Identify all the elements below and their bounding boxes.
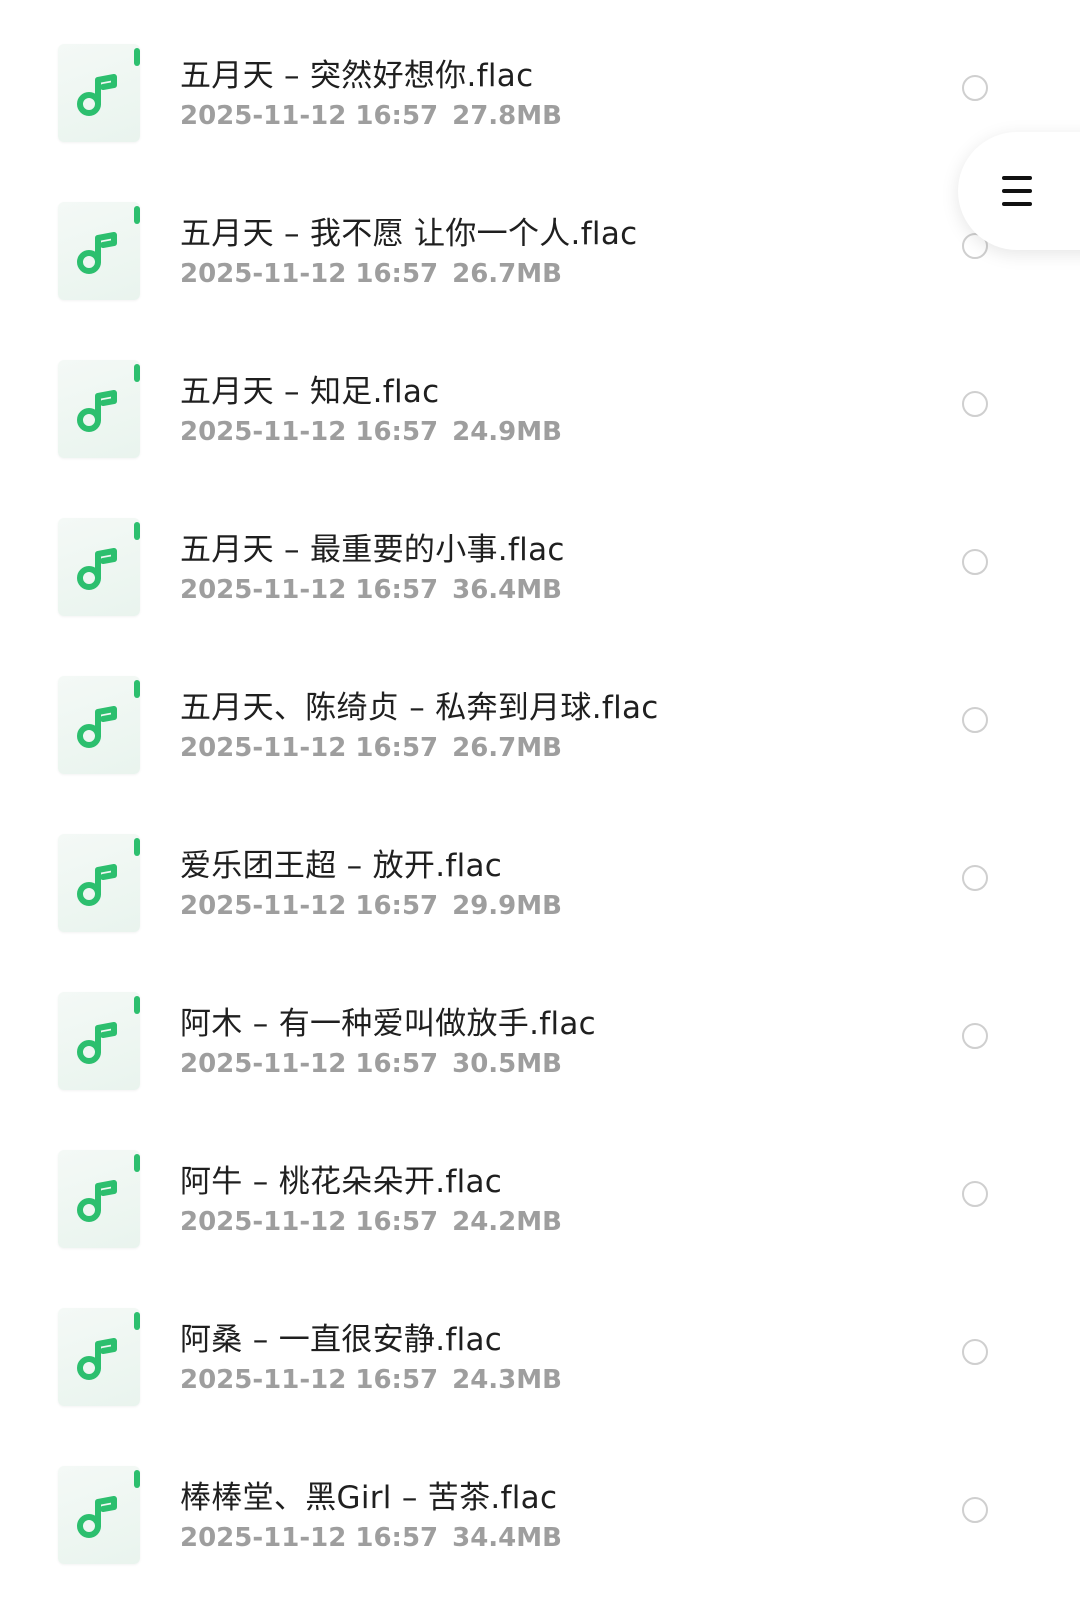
file-meta: 2025-11-12 16:57 27.8MB bbox=[180, 101, 562, 131]
file-meta: 2025-11-12 16:57 29.9MB bbox=[180, 891, 562, 921]
radio-unchecked-icon[interactable] bbox=[962, 1497, 988, 1523]
file-name: 五月天 – 知足.flac bbox=[180, 374, 440, 410]
file-list: 五月天 – 突然好想你.flac 2025-11-12 16:57 27.8MB … bbox=[0, 14, 1080, 1594]
music-note-icon bbox=[58, 360, 140, 458]
file-meta: 2025-11-12 16:57 24.3MB bbox=[180, 1365, 562, 1395]
radio-unchecked-icon[interactable] bbox=[962, 865, 988, 891]
music-note-icon bbox=[58, 518, 140, 616]
file-meta: 2025-11-12 16:57 36.4MB bbox=[180, 575, 562, 605]
radio-unchecked-icon[interactable] bbox=[962, 707, 988, 733]
list-item[interactable]: 五月天 – 突然好想你.flac 2025-11-12 16:57 27.8MB bbox=[0, 14, 1080, 172]
file-date: 2025-11-12 16:57 bbox=[180, 259, 439, 289]
file-size: 36.4MB bbox=[452, 575, 562, 605]
radio-unchecked-icon[interactable] bbox=[962, 1023, 988, 1049]
file-meta: 2025-11-12 16:57 30.5MB bbox=[180, 1049, 562, 1079]
file-size: 34.4MB bbox=[452, 1523, 562, 1553]
file-size: 29.9MB bbox=[452, 891, 562, 921]
radio-unchecked-icon[interactable] bbox=[962, 391, 988, 417]
music-note-icon bbox=[58, 1150, 140, 1248]
list-item[interactable]: 阿牛 – 桃花朵朵开.flac 2025-11-12 16:57 24.2MB bbox=[0, 1120, 1080, 1278]
music-note-icon bbox=[58, 44, 140, 142]
radio-unchecked-icon[interactable] bbox=[962, 75, 988, 101]
file-date: 2025-11-12 16:57 bbox=[180, 101, 439, 131]
file-date: 2025-11-12 16:57 bbox=[180, 575, 439, 605]
file-date: 2025-11-12 16:57 bbox=[180, 1049, 439, 1079]
list-item[interactable]: 五月天 – 知足.flac 2025-11-12 16:57 24.9MB bbox=[0, 330, 1080, 488]
list-item[interactable]: 五月天、陈绮贞 – 私奔到月球.flac 2025-11-12 16:57 26.… bbox=[0, 646, 1080, 804]
music-note-icon bbox=[58, 1308, 140, 1406]
file-size: 24.3MB bbox=[452, 1365, 562, 1395]
file-name: 爱乐团王超 – 放开.flac bbox=[180, 848, 503, 884]
file-size: 24.2MB bbox=[452, 1207, 562, 1237]
file-name: 阿牛 – 桃花朵朵开.flac bbox=[180, 1164, 503, 1200]
file-date: 2025-11-12 16:57 bbox=[180, 1207, 439, 1237]
file-date: 2025-11-12 16:57 bbox=[180, 891, 439, 921]
list-item[interactable]: 五月天 – 我不愿 让你一个人.flac 2025-11-12 16:57 26.… bbox=[0, 172, 1080, 330]
file-meta: 2025-11-12 16:57 26.7MB bbox=[180, 259, 562, 289]
file-name: 阿木 – 有一种爱叫做放手.flac bbox=[180, 1006, 597, 1042]
music-note-icon bbox=[58, 202, 140, 300]
music-note-icon bbox=[58, 676, 140, 774]
file-date: 2025-11-12 16:57 bbox=[180, 733, 439, 763]
file-meta: 2025-11-12 16:57 34.4MB bbox=[180, 1523, 562, 1553]
music-note-icon bbox=[58, 834, 140, 932]
hamburger-menu-icon bbox=[1002, 176, 1032, 206]
list-item[interactable]: 五月天 – 最重要的小事.flac 2025-11-12 16:57 36.4MB bbox=[0, 488, 1080, 646]
file-name: 五月天 – 最重要的小事.flac bbox=[180, 532, 565, 568]
list-item[interactable]: 阿桑 – 一直很安静.flac 2025-11-12 16:57 24.3MB bbox=[0, 1278, 1080, 1436]
file-meta: 2025-11-12 16:57 24.9MB bbox=[180, 417, 562, 447]
file-size: 24.9MB bbox=[452, 417, 562, 447]
file-meta: 2025-11-12 16:57 26.7MB bbox=[180, 733, 562, 763]
file-name: 五月天、陈绮贞 – 私奔到月球.flac bbox=[180, 690, 659, 726]
file-size: 26.7MB bbox=[452, 733, 562, 763]
menu-button[interactable] bbox=[958, 132, 1080, 250]
list-item[interactable]: 爱乐团王超 – 放开.flac 2025-11-12 16:57 29.9MB bbox=[0, 804, 1080, 962]
radio-unchecked-icon[interactable] bbox=[962, 1339, 988, 1365]
file-date: 2025-11-12 16:57 bbox=[180, 1365, 439, 1395]
file-name: 五月天 – 我不愿 让你一个人.flac bbox=[180, 216, 638, 252]
file-size: 26.7MB bbox=[452, 259, 562, 289]
list-item[interactable]: 阿木 – 有一种爱叫做放手.flac 2025-11-12 16:57 30.5M… bbox=[0, 962, 1080, 1120]
file-date: 2025-11-12 16:57 bbox=[180, 417, 439, 447]
file-name: 棒棒堂、黑Girl – 苦茶.flac bbox=[180, 1480, 558, 1516]
file-size: 30.5MB bbox=[452, 1049, 562, 1079]
file-name: 五月天 – 突然好想你.flac bbox=[180, 58, 534, 94]
music-note-icon bbox=[58, 992, 140, 1090]
file-meta: 2025-11-12 16:57 24.2MB bbox=[180, 1207, 562, 1237]
radio-unchecked-icon[interactable] bbox=[962, 549, 988, 575]
file-size: 27.8MB bbox=[452, 101, 562, 131]
file-name: 阿桑 – 一直很安静.flac bbox=[180, 1322, 503, 1358]
list-item[interactable]: 棒棒堂、黑Girl – 苦茶.flac 2025-11-12 16:57 34.4… bbox=[0, 1436, 1080, 1594]
music-note-icon bbox=[58, 1466, 140, 1564]
file-date: 2025-11-12 16:57 bbox=[180, 1523, 439, 1553]
radio-unchecked-icon[interactable] bbox=[962, 1181, 988, 1207]
